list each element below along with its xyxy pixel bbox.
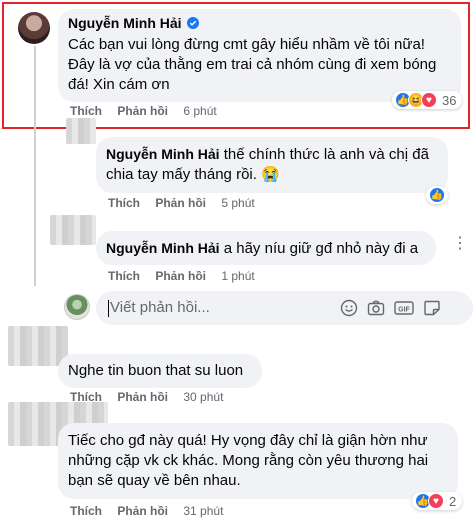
comment-bubble: Nguyễn Minh Hải Các bạn vui lòng đừng cm…	[58, 9, 461, 102]
reaction-count: 36	[442, 92, 457, 108]
gif-icon[interactable]: GIF	[394, 299, 414, 317]
timestamp[interactable]: 6 phút	[183, 104, 216, 118]
reaction-count: 2	[449, 493, 457, 509]
comment-actions: Thích Phản hồi 5 phút	[108, 196, 267, 210]
reply-input[interactable]: Viết phản hồi...	[110, 299, 210, 316]
more-options-icon[interactable]: ⋮	[452, 236, 468, 252]
blurred-avatar	[66, 118, 96, 144]
timestamp[interactable]: 30 phút	[183, 390, 223, 404]
text-cursor	[108, 300, 109, 317]
svg-text:GIF: GIF	[398, 307, 410, 314]
reply-link[interactable]: Phản hồi	[155, 196, 206, 210]
comment-text: Nguyễn Minh Hải thế chính thức là anh và…	[106, 146, 429, 183]
avatar[interactable]	[18, 12, 50, 44]
timestamp[interactable]: 1 phút	[221, 269, 254, 283]
reply-link[interactable]: Phản hồi	[117, 390, 168, 404]
comment-text: Nguyễn Minh Hải a hãy níu giữ gđ nhỏ này…	[106, 240, 419, 257]
reaction-summary[interactable]: 👍	[426, 186, 448, 204]
comment-actions: Thích Phản hồi 6 phút	[70, 104, 229, 118]
love-icon: ♥	[421, 92, 437, 108]
thread-line	[34, 46, 36, 286]
comment-bubble: Nguyễn Minh Hải a hãy níu giữ gđ nhỏ này…	[96, 231, 436, 265]
reply-link[interactable]: Phản hồi	[117, 504, 168, 518]
comment-bubble: Nghe tin buon that su luon	[58, 354, 262, 388]
comment-text: Tiếc cho gđ này quá! Hy vọng đây chỉ là …	[68, 432, 429, 489]
like-link[interactable]: Thích	[70, 504, 102, 518]
like-link[interactable]: Thích	[108, 269, 140, 283]
like-link[interactable]: Thích	[70, 104, 102, 118]
sticker-icon[interactable]	[423, 299, 441, 317]
verified-badge-icon	[187, 17, 200, 29]
blurred-avatar	[50, 215, 96, 245]
timestamp[interactable]: 5 phút	[221, 196, 254, 210]
comment-bubble: Tiếc cho gđ này quá! Hy vọng đây chỉ là …	[58, 423, 458, 499]
reaction-summary[interactable]: 👍 😆 ♥ 36	[392, 91, 463, 109]
reply-link[interactable]: Phản hồi	[117, 104, 168, 118]
comment-author[interactable]: Nguyễn Minh Hải	[106, 146, 220, 162]
like-icon: 👍	[429, 187, 445, 203]
reply-tools: GIF	[340, 299, 441, 317]
reply-box[interactable]: Viết phản hồi... GIF	[96, 291, 473, 325]
comment-bubble: Nguyễn Minh Hải thế chính thức là anh và…	[96, 137, 448, 193]
blurred-avatar	[8, 326, 68, 366]
comment-text: Các bạn vui lòng đừng cmt gây hiểu nhầm …	[68, 36, 437, 93]
comment-actions: Thích Phản hồi 1 phút	[108, 269, 267, 283]
emoji-icon[interactable]	[340, 299, 358, 317]
avatar	[64, 294, 90, 320]
love-icon: ♥	[428, 493, 444, 509]
timestamp[interactable]: 31 phút	[183, 504, 223, 518]
comment-actions: Thích Phản hồi 31 phút	[70, 504, 235, 518]
comment-author[interactable]: Nguyễn Minh Hải	[68, 15, 200, 31]
comment-author[interactable]: Nguyễn Minh Hải	[106, 240, 220, 256]
like-link[interactable]: Thích	[108, 196, 140, 210]
comment-text: Nghe tin buon that su luon	[68, 362, 244, 379]
camera-icon[interactable]	[367, 299, 385, 317]
reaction-summary[interactable]: 👍 ♥ 2	[412, 492, 463, 510]
reply-link[interactable]: Phản hồi	[155, 269, 206, 283]
